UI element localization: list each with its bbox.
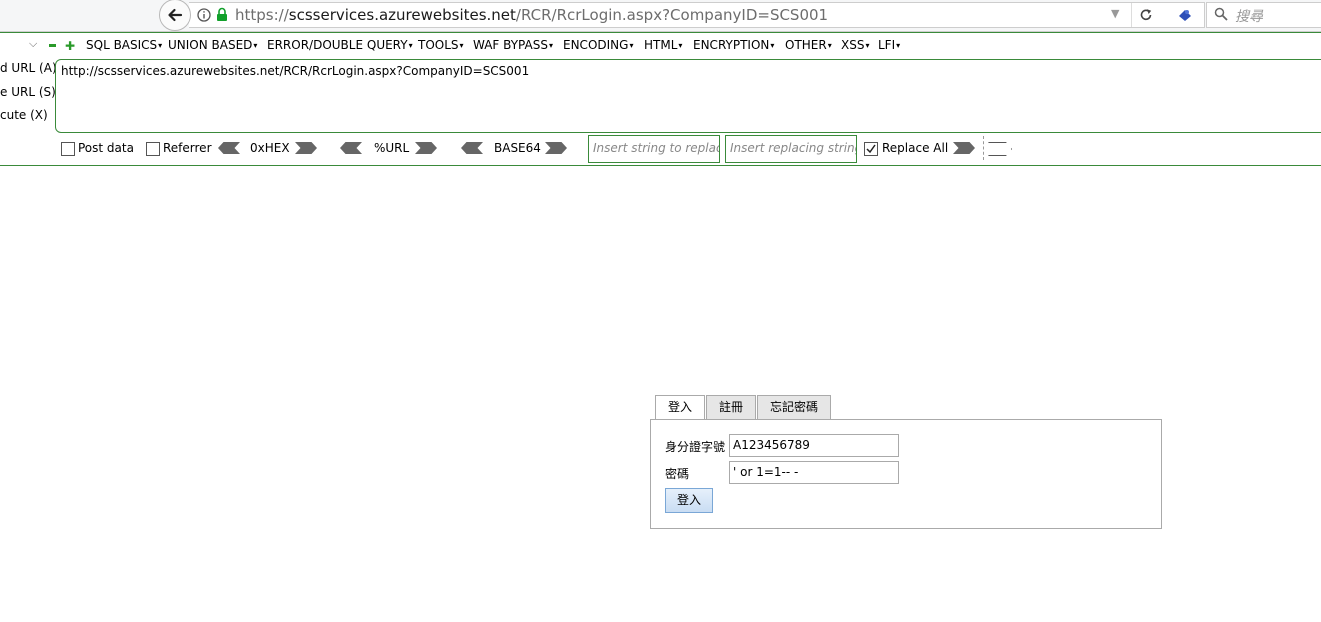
divider: [983, 136, 984, 160]
hackbar-url-value: http://scsservices.azurewebsites.net/RCR…: [61, 64, 530, 78]
menu-other[interactable]: OTHER: [785, 38, 832, 52]
replace-placeholder: Insert string to replace: [593, 141, 720, 155]
base64-encode-arrow-icon[interactable]: [545, 142, 567, 154]
url-decode-arrow-icon[interactable]: [340, 142, 362, 154]
replace-all-checkbox[interactable]: [864, 142, 878, 156]
menu-xss[interactable]: XSS: [841, 38, 869, 52]
menu-sql-basics[interactable]: SQL BASICS: [86, 38, 162, 52]
browser-toolbar: https://scsservices.azurewebsites.net/RC…: [0, 0, 1321, 32]
password-value: ' or 1=1-- -: [733, 465, 799, 479]
dropdown-icon[interactable]: ▼: [1111, 7, 1119, 20]
login-panel: 身分證字號 A123456789 密碼 ' or 1=1-- - 登入: [650, 419, 1162, 529]
hex-decode-arrow-icon[interactable]: [218, 142, 240, 154]
hackbar-panel: ⌵ ✚ SQL BASICS UNION BASED ERROR/DOUBLE …: [0, 32, 1321, 166]
id-number-value: A123456789: [733, 438, 810, 452]
replacing-string-input[interactable]: Insert replacing string: [725, 135, 857, 163]
hex-encode-arrow-icon[interactable]: [295, 142, 317, 154]
login-submit-button[interactable]: 登入: [665, 488, 713, 513]
id-number-input[interactable]: A123456789: [729, 434, 899, 457]
post-data-label: Post data: [78, 141, 134, 155]
id-number-label: 身分證字號: [665, 440, 726, 454]
lock-icon[interactable]: [216, 7, 228, 22]
back-arrow-icon: [168, 8, 183, 22]
replace-next-arrow-icon[interactable]: [988, 142, 1012, 156]
divider: [1131, 3, 1132, 27]
address-bar[interactable]: https://scsservices.azurewebsites.net/RC…: [189, 2, 1205, 28]
info-icon[interactable]: [197, 8, 211, 22]
collapse-chevron-icon[interactable]: ⌵: [29, 37, 37, 51]
url-text[interactable]: https://scsservices.azurewebsites.net/RC…: [235, 6, 828, 24]
execute-button[interactable]: cute (X): [0, 108, 48, 122]
hex-label: 0xHEX: [250, 141, 290, 155]
referrer-checkbox[interactable]: [146, 142, 160, 156]
tab-register[interactable]: 註冊: [706, 395, 756, 420]
menu-union-based[interactable]: UNION BASED: [168, 38, 257, 52]
base64-label: BASE64: [494, 141, 541, 155]
back-button[interactable]: [159, 0, 191, 31]
menu-error-double-query[interactable]: ERROR/DOUBLE QUERY: [267, 38, 413, 52]
referrer-label: Referrer: [163, 141, 212, 155]
replace-string-input[interactable]: Insert string to replace: [588, 135, 720, 163]
tab-login[interactable]: 登入: [655, 395, 705, 421]
plus-icon[interactable]: ✚: [65, 39, 75, 53]
checkmark-icon: [866, 144, 876, 154]
menu-waf-bypass[interactable]: WAF BYPASS: [473, 38, 553, 52]
search-icon: [1214, 7, 1228, 21]
password-input[interactable]: ' or 1=1-- -: [729, 461, 899, 484]
search-placeholder: 搜尋: [1235, 9, 1263, 25]
hackbar-url-textarea[interactable]: http://scsservices.azurewebsites.net/RCR…: [55, 59, 1321, 133]
menu-lfi[interactable]: LFI: [878, 38, 900, 52]
load-url-button[interactable]: d URL (A): [0, 61, 57, 75]
post-data-checkbox[interactable]: [61, 142, 75, 156]
password-label: 密碼: [665, 467, 690, 481]
search-bar[interactable]: 搜尋: [1206, 2, 1321, 28]
reload-icon[interactable]: [1139, 8, 1153, 22]
url-encode-arrow-icon[interactable]: [415, 142, 437, 154]
url-encode-label: %URL: [374, 141, 410, 155]
menu-html[interactable]: HTML: [644, 38, 682, 52]
split-url-button[interactable]: e URL (S): [0, 85, 56, 99]
menu-encoding[interactable]: ENCODING: [563, 38, 633, 52]
menu-encryption[interactable]: ENCRYPTION: [693, 38, 774, 52]
base64-decode-arrow-icon[interactable]: [461, 142, 483, 154]
menu-tools[interactable]: TOOLS: [418, 38, 464, 52]
minus-icon[interactable]: [49, 44, 56, 47]
tab-forgot-password[interactable]: 忘記密碼: [757, 395, 831, 420]
replacing-placeholder: Insert replacing string: [730, 141, 857, 155]
extension-icon[interactable]: [1177, 7, 1193, 23]
replace-all-label: Replace All: [882, 141, 949, 155]
replace-run-arrow-icon[interactable]: [953, 142, 975, 154]
